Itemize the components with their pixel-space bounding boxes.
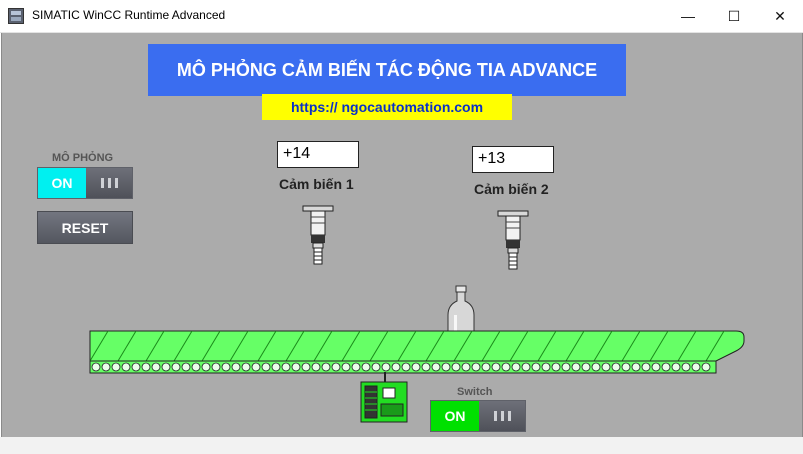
- proximity-sensor-1-icon: [302, 205, 334, 265]
- title-bar: SIMATIC WinCC Runtime Advanced — ☐ ✕: [0, 0, 803, 33]
- sensor-2-value: +13: [472, 146, 554, 173]
- toggle-grip-icon: [479, 401, 525, 431]
- switch-toggle[interactable]: ON: [430, 400, 526, 432]
- window-title: SIMATIC WinCC Runtime Advanced: [32, 8, 226, 22]
- page-title: MÔ PHỎNG CẢM BIẾN TÁC ĐỘNG TIA ADVANCE: [148, 44, 626, 96]
- maximize-button[interactable]: ☐: [711, 0, 757, 32]
- sensor-2-label: Cảm biến 2: [474, 181, 549, 197]
- proximity-sensor-2-icon: [497, 210, 529, 270]
- hmi-screen: MÔ PHỎNG CẢM BIẾN TÁC ĐỘNG TIA ADVANCE h…: [1, 33, 803, 437]
- close-button[interactable]: ✕: [757, 0, 803, 32]
- reset-button[interactable]: RESET: [37, 211, 133, 244]
- simulation-toggle-on: ON: [38, 168, 86, 198]
- window-bottom-edge: [0, 437, 803, 454]
- conveyor-belt: [89, 330, 745, 374]
- website-url: https:// ngocautomation.com: [262, 94, 512, 120]
- motor-icon: [360, 372, 408, 423]
- simulation-label: MÔ PHỎNG: [52, 152, 114, 164]
- toggle-grip-icon: [86, 168, 132, 198]
- simulation-toggle[interactable]: ON: [37, 167, 133, 199]
- sensor-1-label: Cảm biến 1: [279, 176, 354, 192]
- minimize-button[interactable]: —: [665, 0, 711, 32]
- switch-label: Switch: [457, 386, 493, 398]
- sensor-1-value: +14: [277, 141, 359, 168]
- wincc-app-icon: [8, 8, 24, 24]
- switch-toggle-on: ON: [431, 401, 479, 431]
